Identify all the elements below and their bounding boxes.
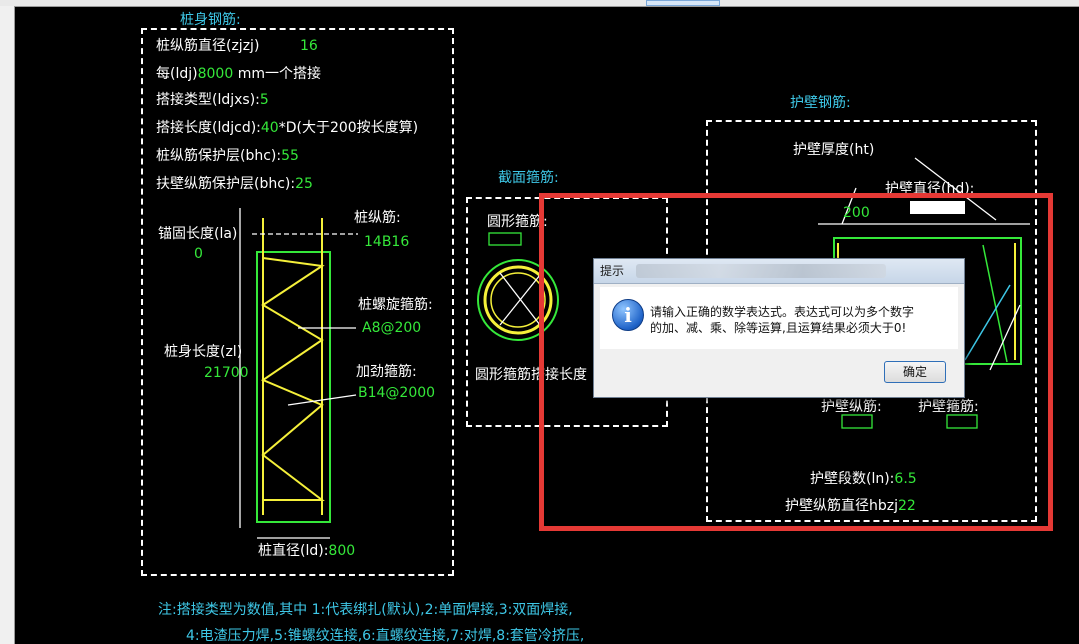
dialog-message-line-1: 请输入正确的数学表达式。表达式可以为多个数字	[650, 305, 915, 319]
param-value-bhc[interactable]: 55	[281, 148, 299, 164]
param-value-ldjxs[interactable]: 5	[260, 92, 269, 108]
pile-diagram	[256, 218, 331, 523]
param-label-ldjcd: 搭接长度(ldjcd):40*D(大于200按长度算)	[156, 120, 419, 136]
long-bar-label: 桩纵筋:	[354, 210, 401, 226]
param-value-ldj[interactable]: 8000	[198, 66, 234, 82]
spiral-stirrup-label: 桩螺旋箍筋:	[358, 297, 433, 313]
wall-thickness-label: 护壁厚度(ht)	[793, 142, 875, 158]
dialog-title: 提示	[600, 264, 625, 278]
dialog-body: i 请输入正确的数学表达式。表达式可以为多个数字 的加、减、乘、除等运算,且运算…	[600, 287, 958, 349]
stiff-stirrup-value[interactable]: B14@2000	[358, 385, 435, 401]
dialog-message: 请输入正确的数学表达式。表达式可以为多个数字 的加、减、乘、除等运算,且运算结果…	[650, 304, 914, 336]
pile-section-title: 桩身钢筋:	[180, 12, 241, 28]
info-icon: i	[612, 299, 644, 331]
ok-button[interactable]: 确定	[884, 361, 946, 383]
pile-length-value[interactable]: 21700	[204, 365, 249, 381]
spiral-stirrup-value[interactable]: A8@200	[362, 320, 421, 336]
param-label-bhc: 桩纵筋保护层(bhc):55	[156, 148, 299, 164]
anchor-length-label: 锚固长度(la)	[158, 226, 238, 242]
param-label-ldj: 每(ldj)8000 mm一个搭接	[156, 66, 321, 82]
param-value-zjzj[interactable]: 16	[300, 38, 318, 54]
dialog-message-line-2: 的加、减、乘、除等运算,且运算结果必须大于0!	[650, 321, 907, 335]
stiff-stirrup-label: 加劲箍筋:	[356, 364, 417, 380]
dialog-title-bar[interactable]: 提示	[594, 259, 964, 284]
pile-diameter-label: 桩直径(ld):800	[258, 543, 356, 559]
param-value-ldjcd[interactable]: 40	[261, 120, 279, 136]
notes-line-1: 注:搭接类型为数值,其中 1:代表绑扎(默认),2:单面焊接,3:双面焊接,	[158, 602, 573, 618]
param-label-zjzj: 桩纵筋直径(zjzj)	[156, 38, 260, 54]
param-label-wall-bhc: 扶壁纵筋保护层(bhc):25	[156, 176, 313, 192]
anchor-length-value[interactable]: 0	[194, 246, 203, 262]
notes-line-2: 4:电渣压力焊,5:锥螺纹连接,6:直螺纹连接,7:对焊,8:套管冷挤压,	[186, 628, 585, 644]
param-label-ldjxs: 搭接类型(ldjxs):5	[156, 92, 269, 108]
wall-rebar-title: 护壁钢筋:	[790, 95, 851, 111]
dialog-title-obscured	[636, 264, 886, 278]
message-dialog[interactable]: 提示 i 请输入正确的数学表达式。表达式可以为多个数字 的加、减、乘、除等运算,…	[593, 258, 965, 398]
section-stirrup-title: 截面箍筋:	[498, 170, 559, 186]
param-value-wall-bhc[interactable]: 25	[295, 176, 313, 192]
pile-length-label: 桩身长度(zl)	[164, 344, 243, 360]
long-bar-value[interactable]: 14B16	[364, 234, 409, 250]
pile-diameter-value[interactable]: 800	[328, 543, 355, 559]
